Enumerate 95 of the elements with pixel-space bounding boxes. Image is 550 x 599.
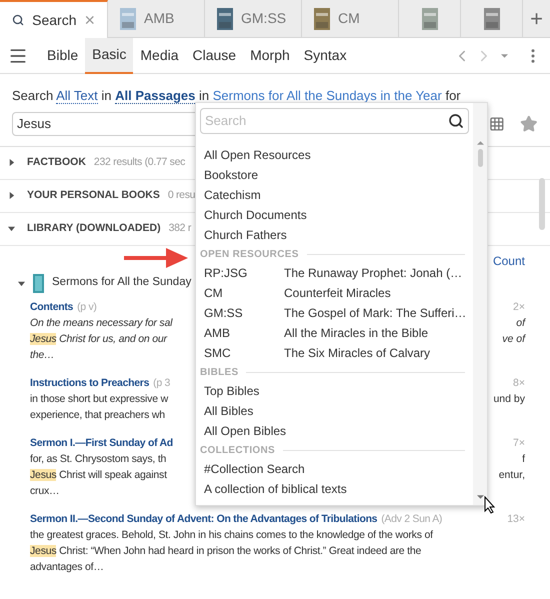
scope-link[interactable]: Sermons for All the Sundays in the Year [212,88,442,103]
result-reference: (Adv 2 Sun A) [381,512,442,526]
tab[interactable] [461,0,523,38]
section-title[interactable]: FACTBOOK [27,154,86,170]
dropdown-caret-icon[interactable] [501,54,508,58]
hit-count: 7× [513,436,525,450]
book-icon [33,274,44,292]
result-title[interactable]: Contents [30,298,74,314]
excerpt-text: entur, [498,468,525,482]
section-title[interactable]: LIBRARY (DOWNLOADED) [27,220,161,236]
hit-count: 2× [513,300,525,314]
search-input[interactable]: Search [205,111,448,131]
dropdown-item[interactable]: RP:JSG The Runaway Prophet: Jonah (… [200,263,473,283]
expand-caret-icon[interactable] [8,159,15,166]
tab-label: AMB [144,9,174,28]
book-cover-icon [120,8,136,30]
section-title[interactable]: YOUR PERSONAL BOOKS [27,188,160,204]
tab[interactable]: GM:SS [205,0,302,38]
dropdown-item[interactable]: A collection of biblical texts [200,479,473,499]
result-title[interactable]: Sermon I.—First Sunday of Ad [30,434,173,450]
excerpt-text: advantages of… [30,560,104,574]
excerpt-text: for, as St. Chrysostom says, th [30,452,166,466]
excerpt-text: experience, that preachers wh [30,408,165,422]
excerpt-text: Jesus Christ for us, and on our [30,332,167,346]
excerpt-text: f [522,452,525,466]
dropdown-item[interactable]: #Collection Search [200,459,473,479]
result-title[interactable]: Sermon II.—Second Sunday of Advent: On the Advantages of Tribulations [30,510,378,526]
section-summary: 382 r [168,220,192,236]
excerpt-text: On the means necessary for sal [30,316,172,330]
excerpt-text: ve of [502,332,525,346]
dropdown-search-field[interactable]: Search [200,108,469,134]
expand-caret-icon[interactable] [18,280,25,286]
group-header: OPEN RESOURCES [200,248,299,262]
dropdown-item[interactable]: AMB All the Miracles in the Bible [200,323,473,343]
dropdown-item[interactable]: Top Bibles [200,381,473,401]
dropdown-item[interactable]: All Open Resources [200,145,473,165]
expand-caret-icon[interactable] [8,192,15,199]
dropdown-item[interactable]: Catechism [200,185,473,205]
excerpt-text: the greatest graces. Behold, St. John in his chains comes to the knowledge of the works of [30,528,433,542]
result-title[interactable]: Instructions to Preachers [30,374,150,390]
search-sentence: Search All Text in All Passages in Sermons for All the Sundays in the Year for [11,87,462,106]
excerpt-text: und by [493,392,525,406]
dropdown-item[interactable]: Church Fathers [200,225,473,245]
search-type-tab[interactable]: Morph [243,38,297,74]
hit-count: 8× [513,376,525,390]
tab[interactable]: CM [302,0,399,38]
scope-link[interactable]: All Passages [115,88,196,104]
tab[interactable]: AMB [108,0,205,38]
section-summary: 232 results (0.77 sec [94,154,186,170]
excerpt-text: Jesus Christ: “When John had heard in prison the works of Christ.” Great indeed are the [30,544,422,558]
dropdown-item[interactable]: GM:SS The Gospel of Mark: The Sufferi… [200,303,473,323]
star-icon[interactable] [520,114,538,132]
scroll-down-icon[interactable] [476,495,484,499]
resource-title[interactable]: Sermons for All the Sunday [52,274,192,292]
result-reference: (p v) [77,300,97,314]
dropdown-item[interactable]: All Bibles [200,401,473,421]
group-header: COLLECTIONS [200,444,275,458]
scope-link[interactable]: All Text [56,88,98,104]
dropdown-item[interactable]: SMC The Six Miracles of Calvary [200,343,473,363]
search-type-tab[interactable]: Basic [85,38,134,74]
dropdown-item[interactable]: Church Documents [200,205,473,225]
result-reference: (p 3 [153,376,170,390]
tab-label: GM:SS [241,9,286,28]
scrollbar[interactable] [539,178,545,230]
search-type-tab[interactable]: Clause [186,38,244,74]
tab[interactable]: Search × [0,0,108,38]
dropdown-item[interactable]: CM Counterfeit Miracles [200,283,473,303]
excerpt-text: of [516,316,525,330]
excerpt-text: in those short but expressive w [30,392,168,406]
excerpt-text: the… [30,348,54,362]
dropdown-item[interactable]: Bookstore [200,165,473,185]
expand-caret-icon[interactable] [8,225,15,232]
scroll-up-icon[interactable] [476,141,484,145]
book-cover-icon [314,8,330,30]
search-type-tab[interactable]: Bible [40,38,86,74]
tab-label: Search [32,10,76,30]
search-icon[interactable] [448,113,464,129]
dropdown-item[interactable]: All Open Bibles [200,421,473,441]
scrollbar-thumb[interactable] [478,149,482,167]
excerpt-text: Jesus Christ will speak against [30,468,167,482]
new-tab-button[interactable]: + [523,0,550,38]
search-type-tab[interactable]: Media [133,38,186,74]
section-summary: 0 resu [168,188,196,203]
hit-count: 13× [507,512,525,526]
tab[interactable] [399,0,461,38]
book-cover-icon [217,8,233,30]
tab-label: CM [338,9,360,28]
book-cover-icon [422,8,438,30]
group-header: BIBLES [200,366,238,380]
search-type-tab[interactable]: Syntax [296,38,354,74]
excerpt-text: crux… [30,484,60,498]
pointer-arrow [122,246,190,270]
grid-icon[interactable] [488,116,504,132]
book-cover-icon [484,8,500,30]
count-link[interactable]: Count [492,252,525,270]
